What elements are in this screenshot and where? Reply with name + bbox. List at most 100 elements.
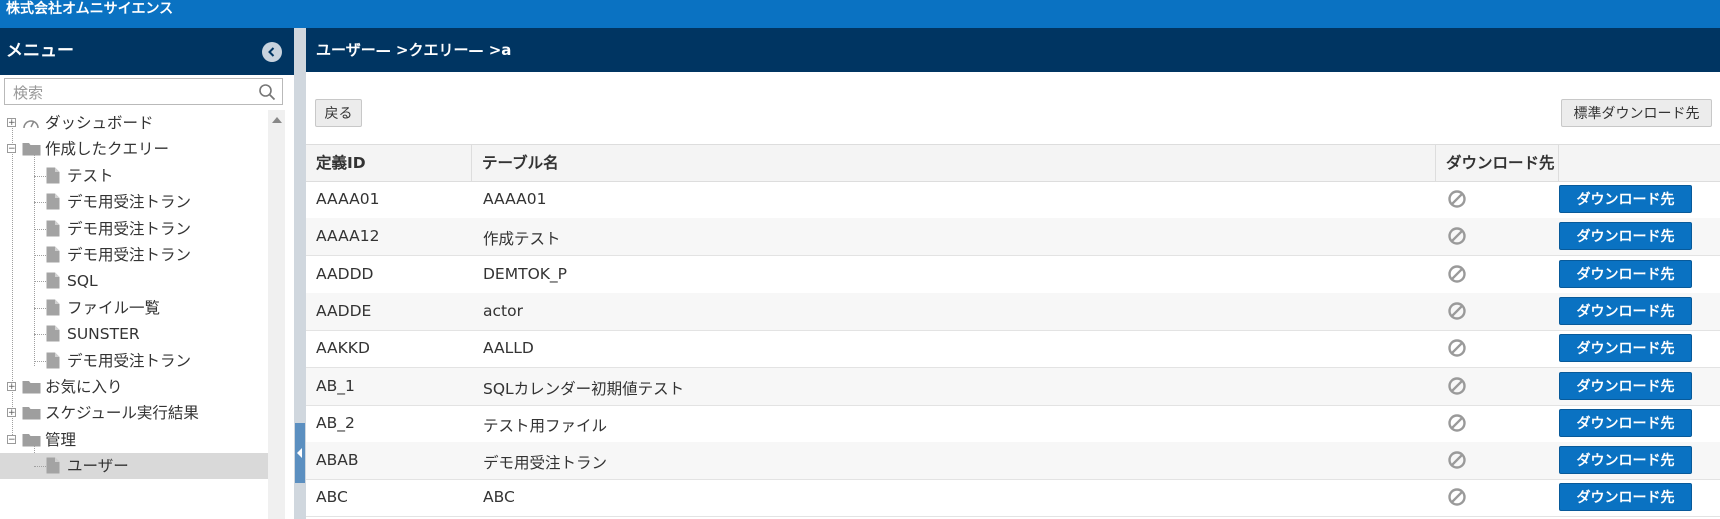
scroll-up-arrow-icon[interactable]	[272, 117, 282, 123]
ban-icon	[1448, 265, 1466, 283]
table-name: 作成テスト	[483, 230, 561, 248]
definition-id: ABC	[316, 488, 348, 506]
document-icon	[46, 299, 60, 316]
sidebar: メニュー + ダッシュボード − 作成したクエリーテストデモ用受注トランデモ用受注トラ…	[0, 28, 294, 519]
tree-item[interactable]: + スケジュール実行結果	[0, 400, 268, 426]
document-icon	[46, 220, 60, 237]
tree-item-label: デモ用受注トラン	[67, 193, 192, 211]
definition-id: ABAB	[316, 451, 359, 469]
definition-id: AAAA01	[316, 190, 380, 208]
back-button[interactable]: 戻る	[315, 99, 362, 127]
definition-id: AADDE	[316, 302, 372, 320]
tree-expander-icon[interactable]: +	[7, 382, 16, 392]
tree-item[interactable]: デモ用受注トラン	[0, 216, 268, 242]
folder-icon	[22, 381, 41, 394]
table-row[interactable]: AAAA12 作成テスト ダウンロード先	[306, 218, 1720, 256]
table-name: ABC	[483, 488, 515, 506]
definition-id: AB_1	[316, 377, 355, 395]
tree-item[interactable]: − 作成したクエリー	[0, 136, 268, 162]
tree-expander-icon[interactable]: +	[7, 118, 16, 128]
table-row[interactable]: AADDD DEMTOK_P ダウンロード先	[306, 256, 1720, 294]
folder-icon	[22, 434, 41, 447]
toolbar: 戻る 標準ダウンロード先	[306, 72, 1720, 145]
menu-tree: + ダッシュボード − 作成したクエリーテストデモ用受注トラン デモ用受注トラン デモ用受…	[0, 110, 268, 519]
definition-id: AAAA12	[316, 227, 380, 245]
column-header-table[interactable]: テーブル名	[472, 145, 1436, 181]
ban-icon	[1448, 190, 1466, 208]
table-row[interactable]: AAKKD AALLD ダウンロード先	[306, 330, 1720, 368]
tree-item-label: デモ用受注トラン	[67, 352, 192, 370]
table-row[interactable]: AAAA01 AAAA01 ダウンロード先	[306, 181, 1720, 219]
folder-icon	[22, 143, 41, 156]
table-name: AAAA01	[483, 190, 547, 208]
tree-item-label: スケジュール実行結果	[45, 404, 199, 422]
tree-item-label: ダッシュボード	[45, 114, 154, 132]
table-row[interactable]: ABC ABC ダウンロード先	[306, 479, 1720, 517]
ban-icon	[1448, 488, 1466, 506]
sidebar-splitter[interactable]	[294, 28, 306, 519]
tree-item[interactable]: テスト	[0, 163, 268, 189]
tree-item[interactable]: SQL	[0, 268, 268, 294]
download-button[interactable]: ダウンロード先	[1559, 483, 1692, 511]
download-button[interactable]: ダウンロード先	[1559, 297, 1692, 325]
table-row[interactable]: AADDE actor ダウンロード先	[306, 293, 1720, 331]
download-button[interactable]: ダウンロード先	[1559, 446, 1692, 474]
definition-id: AADDD	[316, 265, 374, 283]
default-download-button[interactable]: 標準ダウンロード先	[1561, 99, 1712, 127]
search-input[interactable]	[5, 79, 255, 106]
document-icon	[46, 325, 60, 342]
download-button[interactable]: ダウンロード先	[1559, 185, 1692, 213]
document-icon	[46, 167, 60, 184]
tree-item-label: お気に入り	[45, 378, 123, 396]
ban-icon	[1448, 377, 1466, 395]
tree-item[interactable]: ユーザー	[0, 453, 268, 479]
tree-item-label: デモ用受注トラン	[67, 220, 192, 238]
tree-expander-icon[interactable]: −	[7, 144, 16, 154]
document-icon	[46, 272, 60, 289]
table-row[interactable]: ABAB デモ用受注トラン ダウンロード先	[306, 442, 1720, 480]
document-icon	[46, 457, 60, 474]
breadcrumb: ユーザー— >クエリー— >a	[306, 28, 1720, 72]
download-button[interactable]: ダウンロード先	[1559, 334, 1692, 362]
tree-item[interactable]: デモ用受注トラン	[0, 242, 268, 268]
ban-icon	[1448, 451, 1466, 469]
company-banner: 株式会社オムニサイエンス	[0, 0, 1720, 28]
column-header-action	[1559, 145, 1720, 181]
collapse-sidebar-icon[interactable]	[262, 42, 282, 62]
tree-item[interactable]: SUNSTER	[0, 321, 268, 347]
download-button[interactable]: ダウンロード先	[1559, 260, 1692, 288]
tree-expander-icon[interactable]: +	[7, 408, 16, 418]
download-button[interactable]: ダウンロード先	[1559, 372, 1692, 400]
tree-item[interactable]: デモ用受注トラン	[0, 189, 268, 215]
column-header-id[interactable]: 定義ID	[306, 145, 472, 181]
tree-item-label: 作成したクエリー	[45, 140, 170, 158]
tree-item[interactable]: デモ用受注トラン	[0, 348, 268, 374]
tree-scrollbar[interactable]	[268, 110, 285, 519]
ban-icon	[1448, 227, 1466, 245]
column-header-download[interactable]: ダウンロード先	[1436, 145, 1559, 181]
download-button[interactable]: ダウンロード先	[1559, 409, 1692, 437]
tree-item[interactable]: + ダッシュボード	[0, 110, 268, 136]
document-icon	[46, 193, 60, 210]
search-icon[interactable]	[258, 83, 276, 101]
tree-item-label: ファイル一覧	[67, 299, 161, 317]
tree-expander-icon[interactable]: −	[7, 435, 16, 445]
tree-item-label: デモ用受注トラン	[67, 246, 192, 264]
sidebar-search	[4, 78, 283, 106]
tree-item-label: SQL	[67, 272, 98, 290]
splitter-toggle-icon[interactable]	[295, 423, 305, 483]
table-row[interactable]: AB_1 SQLカレンダー初期値テスト ダウンロード先	[306, 368, 1720, 406]
tree-item[interactable]: + お気に入り	[0, 374, 268, 400]
sidebar-header: メニュー	[0, 28, 294, 75]
download-button[interactable]: ダウンロード先	[1559, 222, 1692, 250]
table-name: actor	[483, 302, 523, 320]
tree-item-label: 管理	[45, 431, 77, 449]
table-row[interactable]: AB_2 テスト用ファイル ダウンロード先	[306, 405, 1720, 443]
tree-item[interactable]: − 管理	[0, 427, 268, 453]
document-icon	[46, 246, 60, 263]
document-icon	[46, 352, 60, 369]
gauge-icon	[23, 120, 39, 129]
tree-item-label: SUNSTER	[67, 325, 140, 343]
folder-icon	[22, 407, 41, 420]
tree-item[interactable]: ファイル一覧	[0, 295, 268, 321]
